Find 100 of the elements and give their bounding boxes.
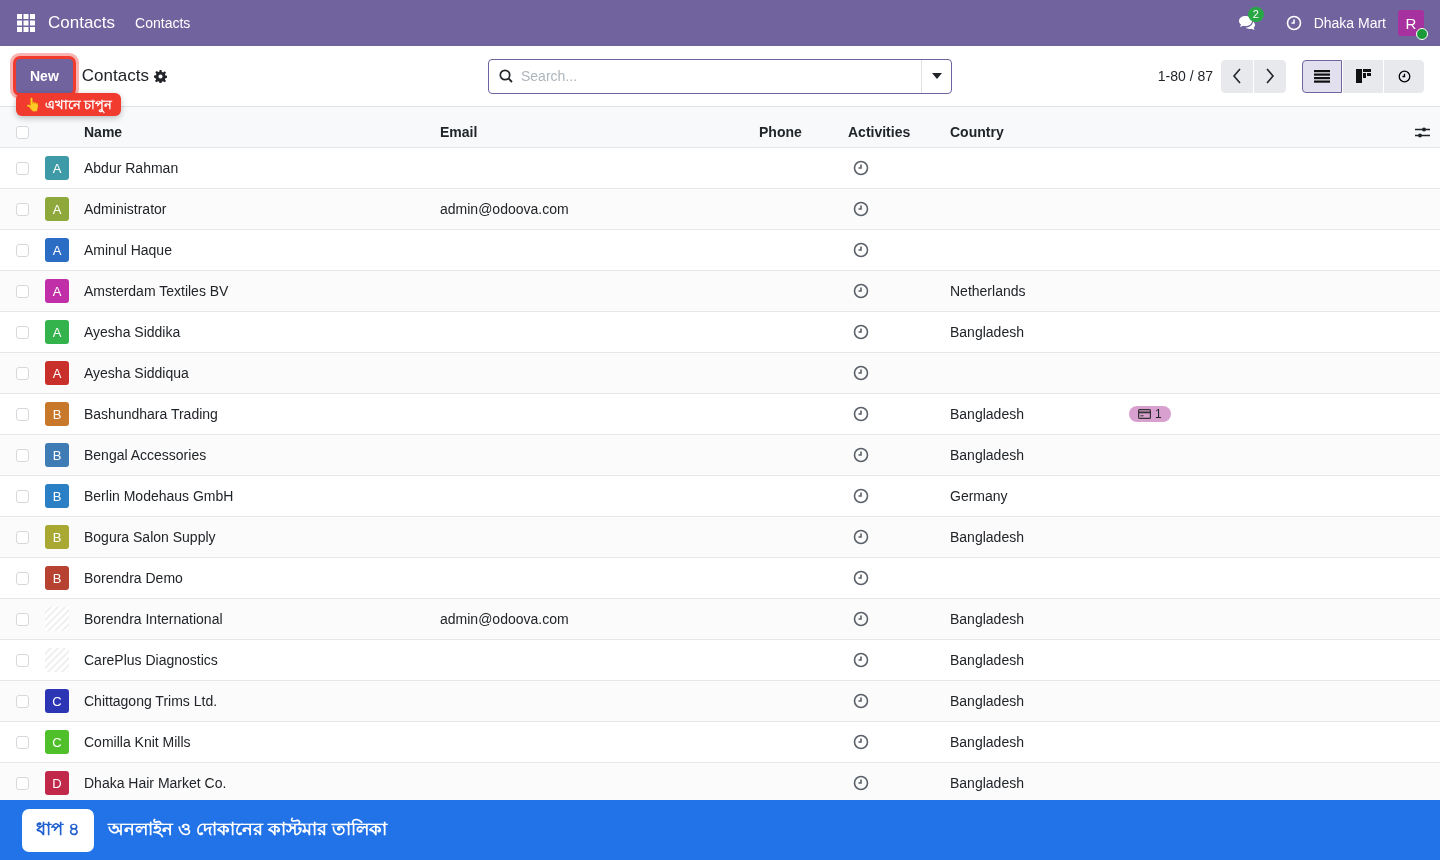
search-field[interactable]: Search... [513,68,921,84]
contact-name: Bengal Accessories [84,447,208,463]
country-cell-text: Bangladesh [950,611,1025,627]
app-grid-icon[interactable] [17,14,35,32]
avatar: A [45,197,69,221]
contact-name: Bogura Salon Supply [84,529,217,545]
avatar: A [45,279,69,303]
select-all-checkbox[interactable] [16,125,29,139]
row-checkbox[interactable] [16,243,29,257]
column-header[interactable]: Activities [848,124,950,140]
company-name[interactable]: Dhaka Mart [1313,15,1386,31]
contact-name: Aminul Haque [84,242,173,258]
pager-text: 1-80 / 87 [1157,68,1213,84]
kanban-view-button[interactable] [1343,59,1383,93]
contact-name: Borendra Demo [84,570,184,586]
contact-name: Chittagong Trims Ltd. [84,693,219,709]
kanban-icon [1355,69,1371,83]
row-checkbox[interactable] [16,530,29,544]
row-checkbox[interactable] [16,325,29,339]
contact-name: Ayesha Siddika [84,324,182,340]
row-checkbox[interactable] [16,653,29,667]
activity-clock-icon[interactable] [853,160,869,176]
activity-clock-icon[interactable] [853,447,869,463]
country-cell-text: Bangladesh [950,652,1025,668]
row-checkbox[interactable] [16,448,29,462]
menu-item[interactable]: Contacts [135,15,191,31]
avatar: B [45,484,69,508]
row-checkbox[interactable] [16,776,29,790]
search-icon [499,69,513,83]
activity-view-button[interactable] [1384,59,1424,93]
list-view-button[interactable] [1302,59,1342,93]
country-cell-text: Netherlands [950,283,1027,299]
activity-clock-icon[interactable] [853,570,869,586]
contact-name: Abdur Rahman [84,160,180,176]
contact-name: Administrator [84,201,168,217]
caret-icon[interactable] [931,73,942,79]
email-cell-text: admin@odoova.com [440,201,570,217]
avatar: B [45,402,69,426]
row-checkbox[interactable] [16,612,29,626]
row-checkbox[interactable] [16,284,29,298]
breadcrumb-title: Contacts [81,66,149,86]
avatar: B [45,443,69,467]
activity-clock-icon[interactable] [853,365,869,381]
row-checkbox[interactable] [16,489,29,503]
column-header[interactable]: Email [440,124,759,140]
contact-name: Berlin Modehaus GmbH [84,488,235,504]
contact-name: Ayesha Siddiqua [84,365,190,381]
row-checkbox[interactable] [16,407,29,421]
list-icon [1314,69,1330,83]
column-header[interactable]: Name [84,124,440,140]
chevron-left-icon [1232,68,1242,84]
avatar: A [45,238,69,262]
clock-icon [1397,69,1411,83]
avatar: A [45,320,69,344]
activity-clock-icon[interactable] [853,529,869,545]
avatar: B [45,566,69,590]
activity-clock-icon[interactable] [853,611,869,627]
contact-name: Bashundhara Trading [84,406,219,422]
activity-clock-icon[interactable] [853,734,869,750]
next-page-button[interactable] [1254,59,1286,93]
app-title[interactable]: Contacts [48,13,116,33]
country-cell-text: Germany [950,488,1009,504]
row-checkbox[interactable] [16,694,29,708]
avatar: A [45,156,69,180]
row-checkbox[interactable] [16,571,29,585]
country-cell-text: Bangladesh [950,693,1025,709]
email-cell-text: admin@odoova.com [440,611,570,627]
row-checkbox[interactable] [16,202,29,216]
activity-clock-icon[interactable] [853,242,869,258]
activity-clock-icon[interactable] [853,488,869,504]
activity-clock-icon[interactable] [853,775,869,791]
row-checkbox[interactable] [16,735,29,749]
country-cell-text: Bangladesh [950,447,1025,463]
tag-badge: 1 [1129,406,1171,422]
credit-card-icon [1138,409,1151,419]
contact-name: Borendra International [84,611,224,627]
search-box[interactable]: Search... [488,58,952,94]
step-label: ধাপ ৪ [22,808,94,852]
activity-clock-icon[interactable] [853,283,869,299]
activity-clock-icon[interactable] [853,652,869,668]
hint-tooltip: 👆 এখানে চাপুন [16,93,122,116]
previous-page-button[interactable] [1221,59,1253,93]
row-checkbox[interactable] [16,161,29,175]
contact-name: Comilla Knit Mills [84,734,192,750]
message-count-badge: 2 [1247,7,1264,22]
avatar: C [45,689,69,713]
column-header[interactable]: Phone [759,124,848,140]
country-cell-text: Bangladesh [950,775,1025,791]
activity-clock-icon[interactable] [853,406,869,422]
contact-name: Amsterdam Textiles BV [84,283,230,299]
settings-icon[interactable] [153,69,167,83]
chevron-right-icon [1265,68,1275,84]
activity-clock-icon[interactable] [853,693,869,709]
country-cell-text: Bangladesh [950,734,1025,750]
column-header[interactable]: Country [950,124,1133,140]
optional-columns-icon[interactable] [1415,125,1430,139]
banner-caption: অনলাইন ও দোকানের কাস্টমার তালিকা [108,816,388,841]
activity-clock-icon[interactable] [853,201,869,217]
activity-clock-icon[interactable] [853,324,869,340]
row-checkbox[interactable] [16,366,29,380]
